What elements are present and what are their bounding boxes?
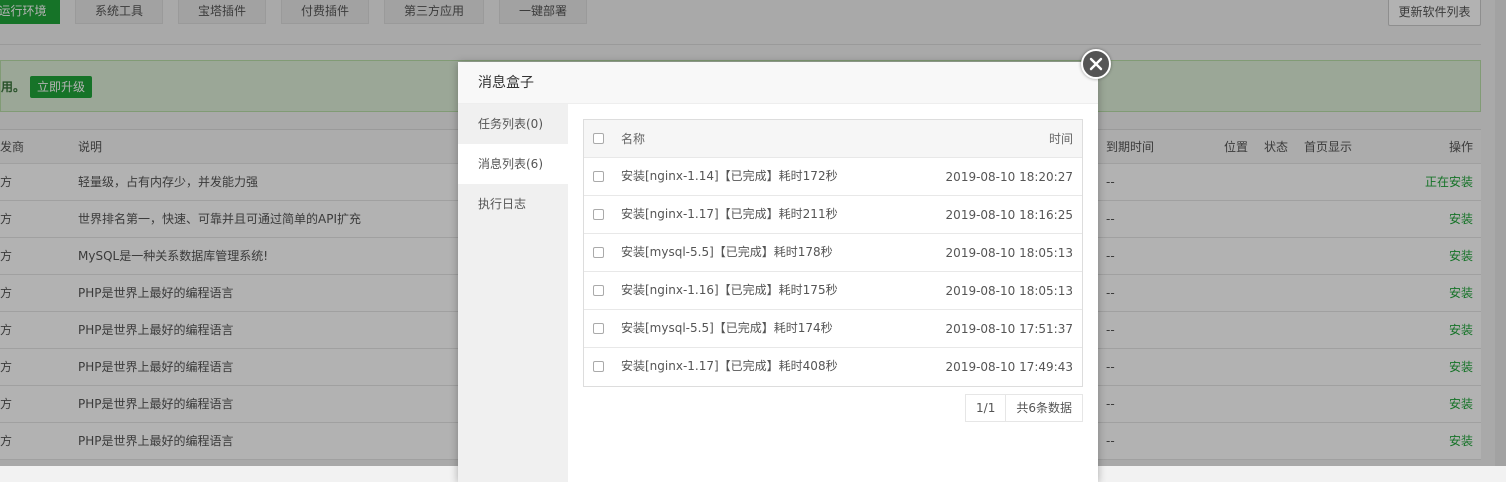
table-row: 安装[nginx-1.17]【已完成】耗时211秒 2019-08-10 18:…	[584, 196, 1082, 234]
table-row: 安装[nginx-1.14]【已完成】耗时172秒 2019-08-10 18:…	[584, 158, 1082, 196]
table-row: 安装[mysql-5.5]【已完成】耗时174秒 2019-08-10 17:5…	[584, 310, 1082, 348]
row-checkbox[interactable]	[593, 247, 604, 258]
header-time: 时间	[1048, 132, 1073, 146]
message-time: 2019-08-10 17:51:37	[945, 322, 1073, 336]
message-time: 2019-08-10 18:20:27	[945, 170, 1073, 184]
close-button[interactable]	[1081, 49, 1111, 79]
row-checkbox[interactable]	[593, 361, 604, 372]
page-indicator[interactable]: 1/1	[966, 395, 1005, 421]
row-checkbox[interactable]	[593, 285, 604, 296]
message-name: 安装[nginx-1.17]【已完成】耗时211秒	[621, 207, 838, 221]
table-row: 安装[nginx-1.16]【已完成】耗时175秒 2019-08-10 18:…	[584, 272, 1082, 310]
message-time: 2019-08-10 18:05:13	[945, 284, 1073, 298]
message-box-dialog: 消息盒子 任务列表(0) 消息列表(6) 执行日志 名称 时间 安装[nginx…	[458, 49, 1111, 482]
dialog-sidebar: 任务列表(0) 消息列表(6) 执行日志	[458, 104, 568, 482]
message-table-header: 名称 时间	[584, 120, 1082, 158]
row-checkbox[interactable]	[593, 209, 604, 220]
message-time: 2019-08-10 17:49:43	[945, 360, 1073, 374]
row-checkbox[interactable]	[593, 323, 604, 334]
sidebar-item-message-list[interactable]: 消息列表(6)	[458, 144, 568, 184]
dialog-title: 消息盒子	[458, 62, 1098, 104]
message-name: 安装[mysql-5.5]【已完成】耗时174秒	[621, 321, 833, 335]
message-name: 安装[nginx-1.17]【已完成】耗时408秒	[621, 359, 838, 373]
sidebar-item-execution-log[interactable]: 执行日志	[458, 184, 568, 224]
message-list-panel: 名称 时间 安装[nginx-1.14]【已完成】耗时172秒 2019-08-…	[583, 119, 1083, 422]
pagination: 1/1 共6条数据	[965, 394, 1083, 422]
total-count: 共6条数据	[1005, 395, 1082, 421]
row-checkbox[interactable]	[593, 171, 604, 182]
close-icon	[1089, 57, 1103, 71]
message-time: 2019-08-10 18:05:13	[945, 246, 1073, 260]
header-name: 名称	[621, 132, 646, 146]
message-table: 名称 时间 安装[nginx-1.14]【已完成】耗时172秒 2019-08-…	[583, 119, 1083, 387]
message-name: 安装[nginx-1.14]【已完成】耗时172秒	[621, 169, 838, 183]
message-time: 2019-08-10 18:16:25	[945, 208, 1073, 222]
select-all-checkbox[interactable]	[593, 133, 604, 144]
table-row: 安装[nginx-1.17]【已完成】耗时408秒 2019-08-10 17:…	[584, 348, 1082, 386]
table-row: 安装[mysql-5.5]【已完成】耗时178秒 2019-08-10 18:0…	[584, 234, 1082, 272]
message-name: 安装[mysql-5.5]【已完成】耗时178秒	[621, 245, 833, 259]
sidebar-item-task-list[interactable]: 任务列表(0)	[458, 104, 568, 144]
message-name: 安装[nginx-1.16]【已完成】耗时175秒	[621, 283, 838, 297]
